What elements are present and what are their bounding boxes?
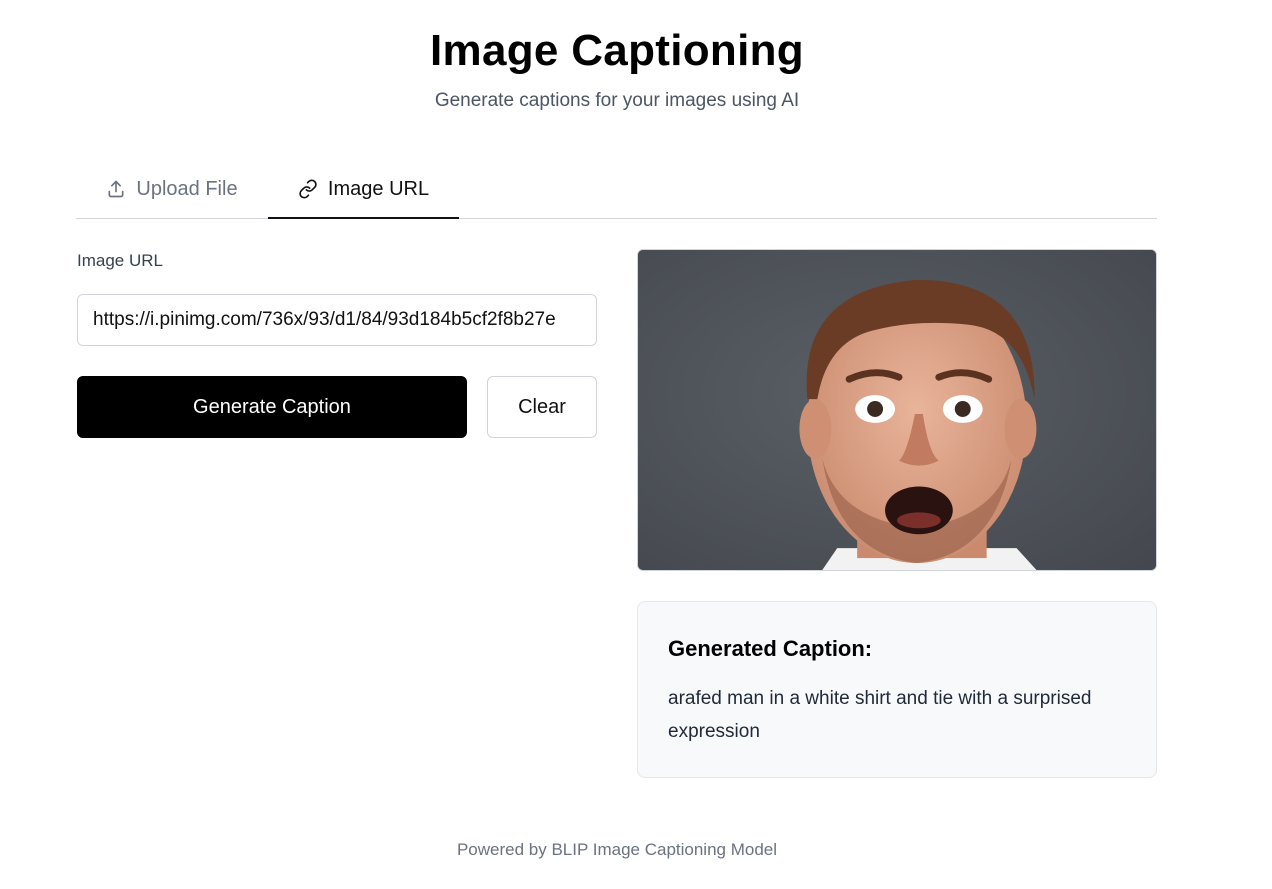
- caption-result-card: Generated Caption: arafed man in a white…: [637, 601, 1157, 778]
- tab-bar: Upload File Image URL: [76, 160, 1157, 219]
- generate-caption-button[interactable]: Generate Caption: [77, 376, 467, 438]
- image-url-label: Image URL: [77, 251, 163, 270]
- preview-photo: [638, 250, 1156, 570]
- page-subtitle: Generate captions for your images using …: [434, 90, 800, 111]
- upload-icon: [108, 180, 124, 198]
- image-url-input[interactable]: [77, 294, 597, 346]
- tab-upload-file[interactable]: Upload File: [76, 160, 268, 218]
- caption-heading: Generated Caption:: [668, 636, 873, 661]
- link-icon: [299, 179, 317, 199]
- tab-image-url[interactable]: Image URL: [268, 160, 459, 219]
- footer-text: Powered by BLIP Image Captioning Model: [456, 840, 778, 859]
- image-preview: [637, 249, 1157, 571]
- tab-image-url-label: Image URL: [327, 177, 430, 200]
- clear-button[interactable]: Clear: [487, 376, 597, 438]
- tab-upload-file-label: Upload File: [136, 177, 238, 200]
- caption-text: arafed man in a white shirt and tie with…: [668, 688, 1092, 742]
- page-title: Image Captioning: [430, 26, 804, 75]
